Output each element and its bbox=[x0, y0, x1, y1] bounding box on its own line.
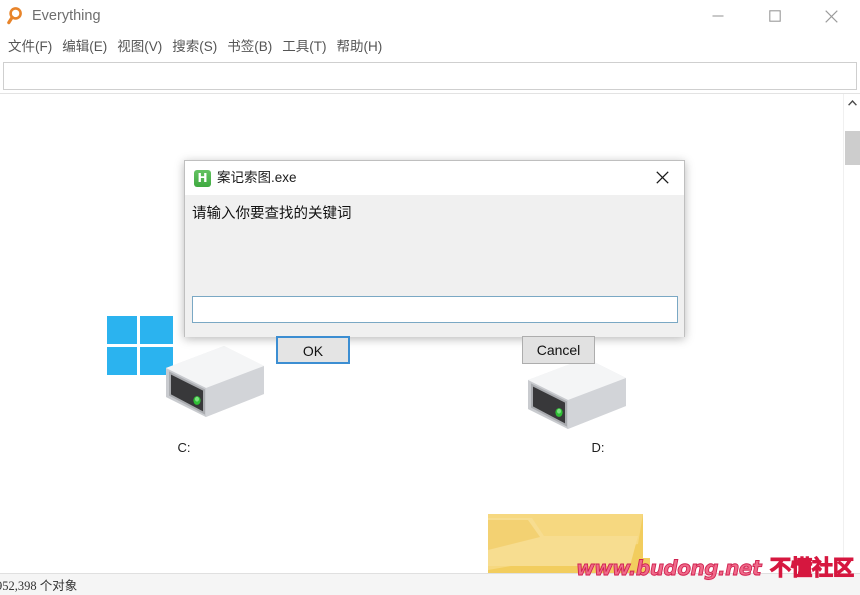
search-input[interactable] bbox=[3, 62, 857, 90]
title-bar: Everything bbox=[0, 0, 860, 32]
folder-item[interactable] bbox=[488, 506, 668, 573]
window-controls bbox=[689, 0, 860, 32]
dialog-title: 案记索图.exe bbox=[217, 170, 297, 185]
dialog-prompt: 请输入你要查找的关键词 bbox=[192, 206, 352, 222]
scrollbar-track[interactable] bbox=[844, 112, 860, 573]
menu-view[interactable]: 视图(V) bbox=[112, 37, 167, 57]
ok-button[interactable]: OK bbox=[276, 336, 350, 364]
menu-bar: 文件(F) 编辑(E) 视图(V) 搜索(S) 书签(B) 工具(T) 帮助(H… bbox=[0, 36, 860, 58]
h-app-icon: H bbox=[194, 169, 211, 187]
dialog-body: 请输入你要查找的关键词 OK Cancel bbox=[185, 195, 684, 364]
menu-file[interactable]: 文件(F) bbox=[3, 37, 57, 57]
cancel-button[interactable]: Cancel bbox=[522, 336, 595, 364]
chevron-up-icon[interactable] bbox=[844, 94, 860, 112]
hard-drive-icon bbox=[528, 358, 626, 429]
menu-bookmarks[interactable]: 书签(B) bbox=[222, 37, 277, 57]
vertical-scrollbar[interactable] bbox=[843, 94, 860, 573]
folder-icon bbox=[488, 514, 650, 573]
maximize-icon[interactable] bbox=[746, 0, 803, 32]
windows-logo-icon bbox=[107, 316, 173, 375]
minimize-icon[interactable] bbox=[689, 0, 746, 32]
dialog-title-bar: H 案记索图.exe bbox=[185, 161, 684, 195]
menu-search[interactable]: 搜索(S) bbox=[167, 37, 222, 57]
status-bar: 952,398 个对象 bbox=[0, 573, 860, 595]
menu-edit[interactable]: 编辑(E) bbox=[57, 37, 112, 57]
drive-item-d[interactable]: D: bbox=[518, 358, 678, 456]
menu-help[interactable]: 帮助(H) bbox=[332, 37, 388, 57]
keyword-input[interactable] bbox=[192, 296, 678, 323]
input-dialog: H 案记索图.exe 请输入你要查找的关键词 OK Cancel bbox=[184, 160, 685, 364]
everything-app-window: Everything 文件(F) 编辑(E) 视图(V) 搜索(S) 书签(B)… bbox=[0, 0, 860, 595]
object-count-label: 952,398 个对象 bbox=[0, 579, 78, 593]
drive-item-c[interactable]: C: bbox=[104, 316, 264, 456]
dialog-close-icon[interactable] bbox=[640, 161, 684, 194]
magnifier-icon bbox=[7, 6, 27, 26]
window-title: Everything bbox=[32, 8, 101, 24]
menu-tools[interactable]: 工具(T) bbox=[277, 37, 331, 57]
drive-label-d: D: bbox=[591, 440, 605, 455]
search-bar bbox=[0, 62, 860, 92]
drive-label-c: C: bbox=[177, 440, 191, 455]
scrollbar-thumb[interactable] bbox=[845, 131, 860, 165]
close-icon[interactable] bbox=[803, 0, 860, 32]
